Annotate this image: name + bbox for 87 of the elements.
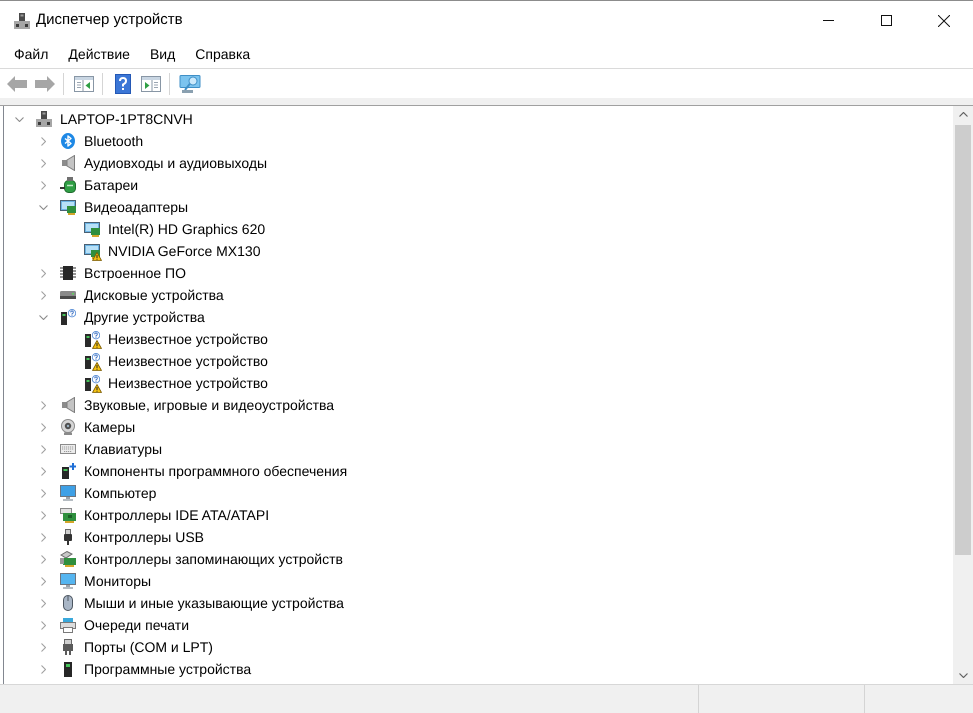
chevron-right-icon[interactable] <box>40 664 46 674</box>
scroll-up-icon[interactable] <box>958 112 968 117</box>
usb-plug-icon <box>64 529 72 545</box>
chevron-right-icon[interactable] <box>40 290 46 300</box>
monitor-magnifier-icon[interactable] <box>179 74 201 92</box>
app-icon <box>14 12 30 28</box>
chevron-right-icon[interactable] <box>40 466 46 476</box>
tree-item[interactable]: Bluetooth <box>84 132 144 150</box>
device-manager-icon <box>36 111 52 127</box>
display-adapter-icon <box>60 200 76 214</box>
tree-item[interactable]: Аудиовходы и аудиовыходы <box>84 154 268 172</box>
tree-item[interactable]: Очереди печати <box>84 616 190 634</box>
unknown-device-icon <box>84 331 100 347</box>
chip-icon <box>60 266 76 280</box>
tree-item[interactable]: Компоненты программного обеспечения <box>84 462 348 480</box>
menu-item[interactable]: Справка <box>185 40 260 68</box>
tree-item[interactable]: Мониторы <box>84 572 152 590</box>
speaker-icon <box>62 397 74 413</box>
desktop-computer-icon <box>60 485 76 501</box>
disk-drive-icon <box>60 291 76 299</box>
display-adapter-icon <box>84 244 100 258</box>
tree-item[interactable]: Порты (COM и LPT) <box>84 638 213 656</box>
unknown-device-icon <box>84 375 100 391</box>
battery-icon <box>60 177 76 193</box>
webcam-icon <box>61 419 75 435</box>
tree-item[interactable]: Встроенное ПО <box>84 264 186 282</box>
chevron-right-icon[interactable] <box>40 554 46 564</box>
tree-item[interactable]: NVIDIA GeForce MX130 <box>108 242 261 260</box>
tree-item[interactable]: Неизвестное устройство <box>108 352 268 370</box>
menu-item[interactable]: Действие <box>58 40 140 68</box>
tree-item[interactable]: Контроллеры USB <box>84 528 204 546</box>
software-device-icon <box>64 662 72 676</box>
chevron-right-icon[interactable] <box>40 598 46 608</box>
scrollbar-thumb[interactable] <box>955 125 971 555</box>
tree-item[interactable]: Звуковые, игровые и видеоустройства <box>84 396 334 414</box>
tree-item[interactable]: Intel(R) HD Graphics 620 <box>108 220 266 238</box>
chevron-right-icon[interactable] <box>40 180 46 190</box>
storage-controller-icon <box>60 551 76 567</box>
tree-item[interactable]: Клавиатуры <box>84 440 162 458</box>
monitor-icon <box>60 573 76 589</box>
chevron-right-icon[interactable] <box>40 268 46 278</box>
chevron-down-icon[interactable] <box>14 116 24 122</box>
unknown-device-icon <box>60 309 76 325</box>
tree-item[interactable]: Видеоадаптеры <box>84 198 188 216</box>
chevron-right-icon[interactable] <box>40 510 46 520</box>
help-icon[interactable] <box>115 74 131 94</box>
tree-item[interactable]: Контроллеры запоминающих устройств <box>84 550 343 568</box>
chevron-right-icon[interactable] <box>40 136 46 146</box>
tree-item[interactable]: LAPTOP-1PT8CNVH <box>60 110 193 128</box>
scroll-down-icon[interactable] <box>958 673 968 678</box>
chevron-right-icon[interactable] <box>40 422 46 432</box>
close-icon[interactable] <box>938 14 950 26</box>
mouse-icon <box>63 595 73 611</box>
chevron-right-icon[interactable] <box>40 400 46 410</box>
window-title: Диспетчер устройств <box>36 10 183 30</box>
menu-item[interactable]: Файл <box>4 40 58 68</box>
minimize-icon[interactable] <box>822 20 834 21</box>
tree-item[interactable]: Программные устройства <box>84 660 252 678</box>
chevron-down-icon[interactable] <box>38 314 48 320</box>
tree-item[interactable]: Другие устройства <box>84 308 205 326</box>
tree-item[interactable]: Дисковые устройства <box>84 286 224 304</box>
chevron-right-icon[interactable] <box>40 488 46 498</box>
software-component-icon <box>60 463 76 479</box>
tree-item[interactable]: Камеры <box>84 418 136 436</box>
chevron-right-icon[interactable] <box>40 642 46 652</box>
tree-item[interactable]: Контроллеры IDE ATA/ATAPI <box>84 506 270 524</box>
menu-item[interactable]: Вид <box>140 40 186 68</box>
maximize-icon[interactable] <box>880 15 892 26</box>
display-adapter-icon <box>84 222 100 236</box>
port-connector-icon <box>63 639 73 655</box>
tree-item[interactable]: Компьютер <box>84 484 156 502</box>
chevron-right-icon[interactable] <box>40 620 46 630</box>
chevron-down-icon[interactable] <box>38 204 48 210</box>
chevron-right-icon[interactable] <box>40 444 46 454</box>
chevron-right-icon[interactable] <box>40 158 46 168</box>
controller-card-icon <box>60 508 76 522</box>
tree-item[interactable]: Батареи <box>84 176 138 194</box>
chevron-right-icon[interactable] <box>40 576 46 586</box>
tree-item[interactable]: Мыши и иные указывающие устройства <box>84 594 344 612</box>
chevron-right-icon[interactable] <box>40 532 46 542</box>
printer-icon <box>60 618 76 632</box>
bluetooth-icon <box>61 133 75 149</box>
tree-item[interactable]: Неизвестное устройство <box>108 330 268 348</box>
tree-item[interactable]: Неизвестное устройство <box>108 374 268 392</box>
unknown-device-icon <box>84 353 100 369</box>
keyboard-icon <box>60 444 76 454</box>
speaker-icon <box>62 155 74 171</box>
